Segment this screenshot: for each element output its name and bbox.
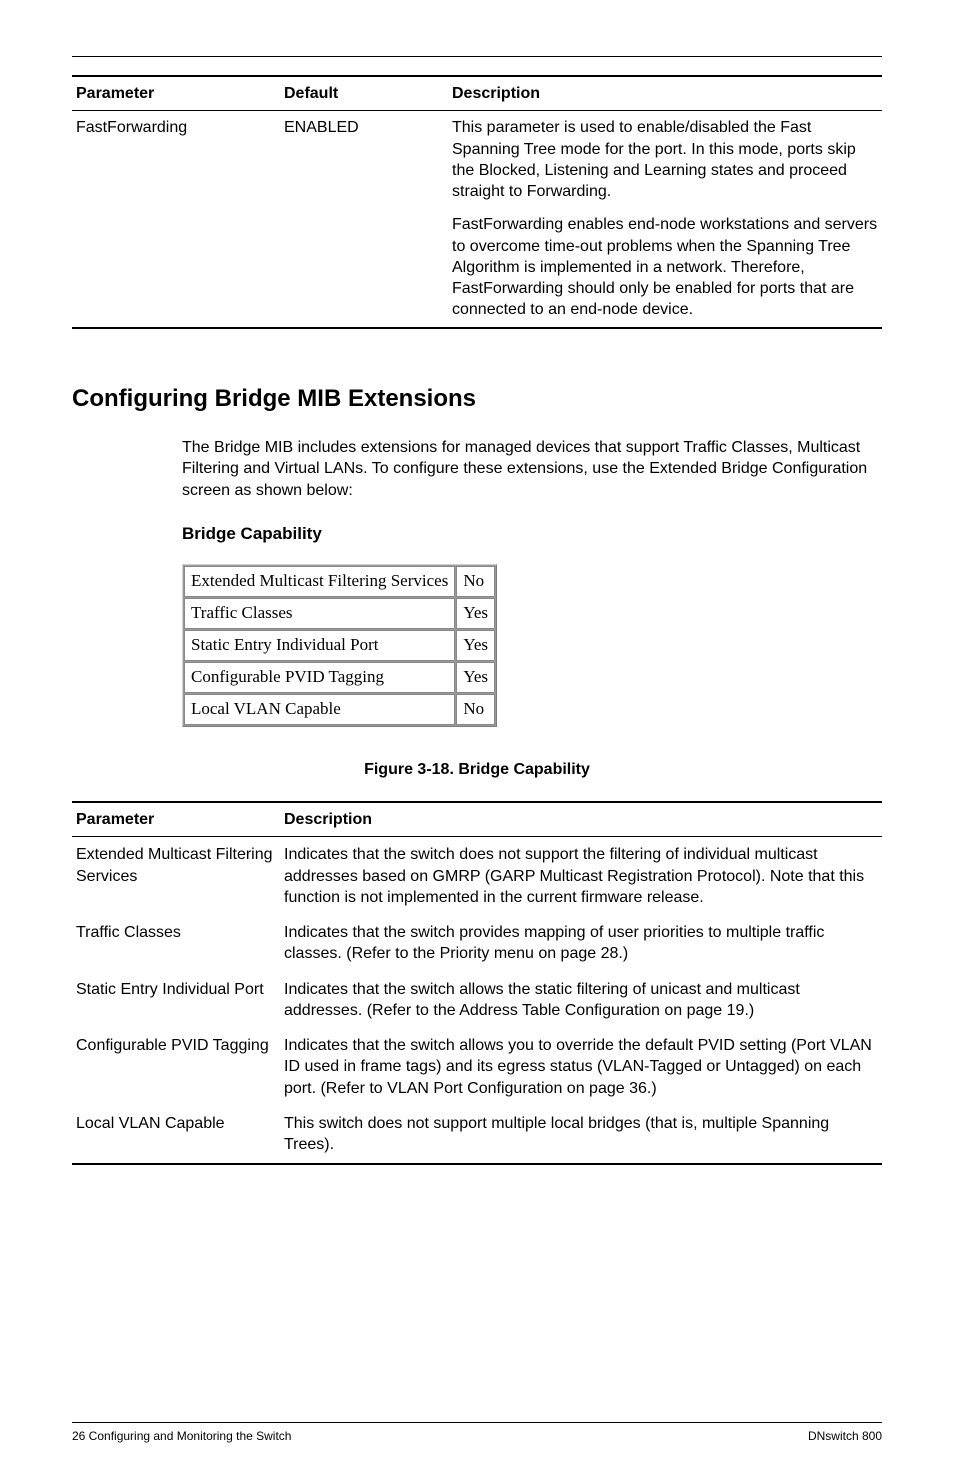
cell-description: Indicates that the switch allows you to … (280, 1028, 882, 1106)
cell-description: Indicates that the switch allows the sta… (280, 972, 882, 1029)
cap-row: Traffic Classes Yes (184, 598, 495, 629)
table-row: FastForwarding enables end-node workstat… (72, 208, 882, 327)
parameter-description-table: Parameter Description Extended Multicast… (72, 801, 882, 1164)
table-header-row: Parameter Default Description (72, 76, 882, 111)
cell-default: ENABLED (280, 111, 448, 209)
cap-value: Yes (456, 598, 495, 629)
bridge-capability-table: Extended Multicast Filtering Services No… (182, 564, 497, 727)
cap-value: No (456, 566, 495, 597)
table-row: FastForwarding ENABLED This parameter is… (72, 111, 882, 209)
cell-description: This switch does not support multiple lo… (280, 1106, 882, 1164)
cap-row: Configurable PVID Tagging Yes (184, 662, 495, 693)
cap-row: Local VLAN Capable No (184, 694, 495, 725)
table-row: Configurable PVID Tagging Indicates that… (72, 1028, 882, 1106)
cell-parameter: Local VLAN Capable (72, 1106, 280, 1164)
cell-parameter: FastForwarding (72, 111, 280, 209)
cap-value: No (456, 694, 495, 725)
header-description: Description (280, 802, 882, 837)
cell-parameter: Configurable PVID Tagging (72, 1028, 280, 1106)
table-row: Traffic Classes Indicates that the switc… (72, 915, 882, 972)
header-parameter: Parameter (72, 76, 280, 111)
table-row: Extended Multicast Filtering Services In… (72, 837, 882, 915)
footer-left: 26 Configuring and Monitoring the Switch (72, 1429, 291, 1443)
table-row: Local VLAN Capable This switch does not … (72, 1106, 882, 1164)
cap-row: Static Entry Individual Port Yes (184, 630, 495, 661)
cell-empty (72, 208, 280, 327)
cell-parameter: Static Entry Individual Port (72, 972, 280, 1029)
cell-parameter: Traffic Classes (72, 915, 280, 972)
cap-label: Configurable PVID Tagging (184, 662, 455, 693)
table-row: Static Entry Individual Port Indicates t… (72, 972, 882, 1029)
section-body: The Bridge MIB includes extensions for m… (182, 437, 882, 727)
section-heading: Configuring Bridge MIB Extensions (72, 385, 882, 413)
footer-right: DNswitch 800 (808, 1429, 882, 1443)
cell-parameter: Extended Multicast Filtering Services (72, 837, 280, 915)
header-parameter: Parameter (72, 802, 280, 837)
cell-empty (280, 208, 448, 327)
cell-description: Indicates that the switch provides mappi… (280, 915, 882, 972)
page-footer: 26 Configuring and Monitoring the Switch… (72, 1422, 882, 1443)
cell-description-2: FastForwarding enables end-node workstat… (448, 208, 882, 327)
fastforwarding-table: Parameter Default Description FastForwar… (72, 75, 882, 329)
figure-caption: Figure 3-18. Bridge Capability (72, 761, 882, 779)
cell-description: Indicates that the switch does not suppo… (280, 837, 882, 915)
cap-value: Yes (456, 662, 495, 693)
cap-row: Extended Multicast Filtering Services No (184, 566, 495, 597)
top-rule (72, 56, 882, 57)
cap-label: Local VLAN Capable (184, 694, 455, 725)
cap-value: Yes (456, 630, 495, 661)
intro-paragraph: The Bridge MIB includes extensions for m… (182, 437, 882, 502)
cell-description-1: This parameter is used to enable/disable… (448, 111, 882, 209)
header-default: Default (280, 76, 448, 111)
cap-label: Static Entry Individual Port (184, 630, 455, 661)
sub-heading: Bridge Capability (182, 523, 882, 546)
cap-label: Traffic Classes (184, 598, 455, 629)
table-header-row: Parameter Description (72, 802, 882, 837)
cap-label: Extended Multicast Filtering Services (184, 566, 455, 597)
header-description: Description (448, 76, 882, 111)
